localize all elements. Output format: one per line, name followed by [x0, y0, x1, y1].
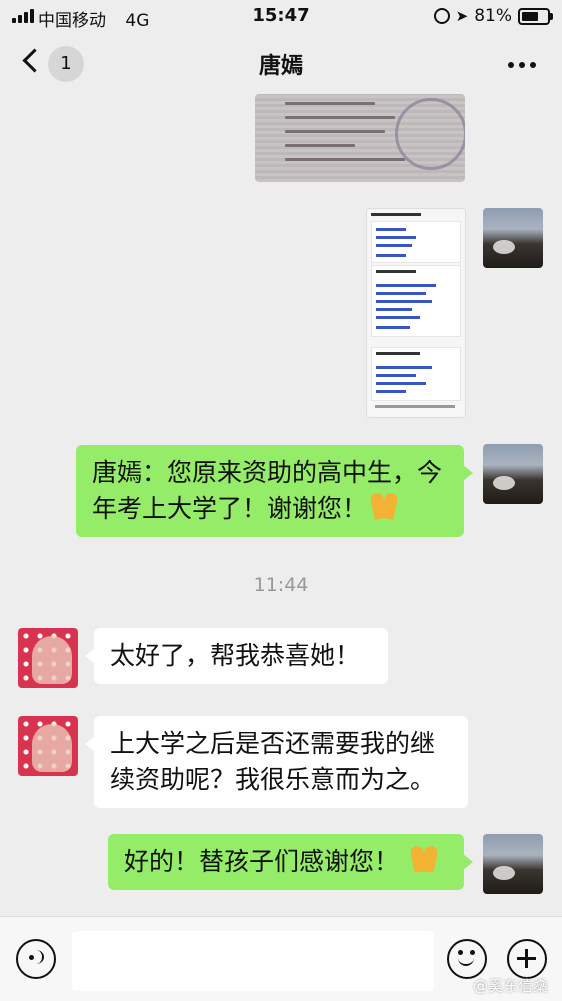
chat-title: 唐嫣	[258, 54, 303, 79]
message-text: 好的！替孩子们感谢您！	[124, 847, 400, 876]
battery-percent: 81%	[474, 6, 512, 26]
location-icon: ➤	[455, 7, 469, 25]
message-timestamp: 11:44	[253, 574, 309, 596]
more-actions-plus-icon[interactable]	[507, 939, 547, 979]
battery-icon	[518, 7, 553, 25]
my-avatar[interactable]	[483, 444, 543, 504]
contact-avatar[interactable]	[18, 716, 78, 776]
watermark: @奚东信燊	[472, 977, 548, 995]
contact-avatar[interactable]	[18, 628, 78, 688]
outgoing-message-bubble[interactable]: 好的！替孩子们感谢您！	[108, 834, 473, 890]
voice-input-icon[interactable]	[16, 939, 56, 979]
message-text: 上大学之后是否还需要我的继续资助呢？我很乐意而为之。	[110, 729, 436, 794]
message-text: 太好了，帮我恭喜她！	[110, 641, 361, 670]
exam-result-screenshot[interactable]	[366, 208, 466, 418]
outgoing-message-bubble[interactable]: 唐嫣：您原来资助的高中生，今年考上大学了！谢谢您！	[76, 445, 473, 537]
incoming-message-bubble[interactable]: 太好了，帮我恭喜她！	[85, 628, 388, 684]
pray-icon	[367, 491, 401, 521]
message-list[interactable]: 唐嫣：您原来资助的高中生，今年考上大学了！谢谢您！ 11:44 太好了，帮我恭喜…	[0, 94, 562, 914]
more-options-icon[interactable]	[508, 62, 536, 68]
my-avatar[interactable]	[483, 208, 543, 268]
pray-icon	[407, 844, 441, 874]
battery-fill	[522, 11, 539, 21]
status-right: ➤ 81%	[433, 6, 553, 26]
university-seal	[395, 98, 465, 170]
chat-header: 1 唐嫣	[0, 36, 562, 94]
my-avatar[interactable]	[483, 834, 543, 894]
incoming-message-bubble[interactable]: 上大学之后是否还需要我的继续资助呢？我很乐意而为之。	[85, 716, 468, 808]
orientation-lock-icon	[433, 8, 450, 24]
status-bar: 中国移动 4G 15:47 ➤ 81%	[0, 0, 562, 34]
certificate-photo[interactable]	[255, 94, 465, 182]
message-input[interactable]	[72, 931, 434, 991]
emoji-icon[interactable]	[447, 939, 487, 979]
